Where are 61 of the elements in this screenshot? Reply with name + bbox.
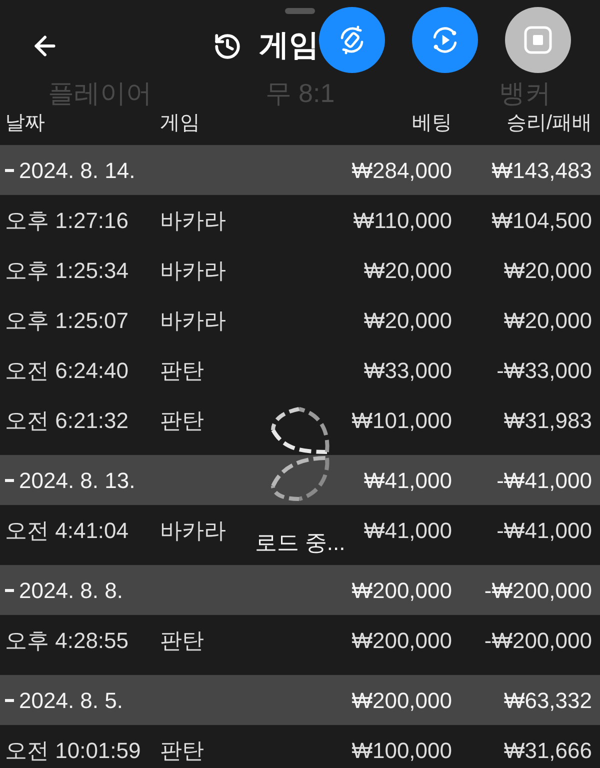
stop-icon	[523, 25, 553, 55]
drag-handle[interactable]	[285, 8, 315, 14]
result-cell: ₩20,000	[504, 308, 592, 332]
game-cell: 바카라	[160, 308, 226, 332]
result-cell: -₩41,000	[496, 518, 592, 542]
column-header[interactable]: 게임	[160, 112, 200, 134]
column-header[interactable]: 날짜	[5, 112, 45, 134]
time-cell: 오전 10:01:59	[5, 738, 141, 762]
group-date: 2024. 8. 8.	[19, 576, 123, 604]
game-cell: 바카라	[160, 258, 226, 282]
history-icon	[213, 32, 242, 60]
minus-icon[interactable]	[5, 168, 14, 172]
game-cell: 바카라	[160, 518, 226, 542]
result-cell: ₩31,983	[504, 408, 592, 432]
time-cell: 오후 1:27:16	[5, 208, 129, 232]
group-result-total: -₩41,000	[496, 468, 592, 492]
time-cell: 오후 1:25:07	[5, 308, 129, 332]
group-bet-total: ₩200,000	[352, 688, 452, 712]
bet-cell: ₩20,000	[364, 258, 452, 282]
group-result-total: ₩143,483	[492, 158, 592, 182]
bet-cell: ₩200,000	[352, 628, 452, 652]
time-cell: 오후 1:25:34	[5, 258, 129, 282]
loading-label: 로드 중...	[254, 532, 346, 554]
column-header[interactable]: 승리/패배	[506, 112, 592, 134]
group-date: 2024. 8. 5.	[19, 686, 123, 714]
result-cell: ₩31,666	[504, 738, 592, 762]
minus-icon[interactable]	[5, 698, 14, 702]
column-header[interactable]: 베팅	[412, 112, 452, 134]
group-bet-total: ₩200,000	[352, 578, 452, 602]
bet-cell: ₩41,000	[364, 518, 452, 542]
group-bet-total: ₩284,000	[352, 158, 452, 182]
time-cell: 오후 4:28:55	[5, 628, 129, 652]
game-cell: 판탄	[160, 408, 204, 432]
group-result-total: ₩63,332	[504, 688, 592, 712]
game-cell: 판탄	[160, 738, 204, 762]
result-cell: -₩33,000	[496, 358, 592, 382]
time-cell: 오전 6:24:40	[5, 358, 129, 382]
sheet-title: 게임	[259, 31, 319, 61]
result-cell: ₩20,000	[504, 258, 592, 282]
group-header-row[interactable]: 2024. 8. 14. ₩284,000 ₩143,483	[0, 145, 600, 195]
group-header-row[interactable]: 2024. 8. 5. ₩200,000 ₩63,332	[0, 675, 600, 725]
group-header-row[interactable]: 2024. 8. 13. ₩41,000 -₩41,000	[0, 455, 600, 505]
result-cell: ₩104,500	[492, 208, 592, 232]
minus-icon[interactable]	[5, 478, 14, 482]
group-date: 2024. 8. 13.	[19, 466, 136, 494]
group-date: 2024. 8. 14.	[19, 156, 136, 184]
game-cell: 판탄	[160, 358, 204, 382]
bet-cell: ₩100,000	[352, 738, 452, 762]
bet-cell: ₩110,000	[353, 208, 452, 232]
game-cell: 바카라	[160, 208, 226, 232]
bet-cell: ₩20,000	[364, 308, 452, 332]
time-cell: 오전 6:21:32	[5, 408, 129, 432]
time-cell: 오전 4:41:04	[5, 518, 129, 542]
bet-cell: ₩33,000	[364, 358, 452, 382]
bet-cell: ₩101,000	[352, 408, 452, 432]
group-result-total: -₩200,000	[484, 578, 592, 602]
minus-icon[interactable]	[5, 588, 14, 592]
group-header-row[interactable]: 2024. 8. 8. ₩200,000 -₩200,000	[0, 565, 600, 615]
game-cell: 판탄	[160, 628, 204, 652]
group-bet-total: ₩41,000	[364, 468, 452, 492]
result-cell: -₩200,000	[484, 628, 592, 652]
